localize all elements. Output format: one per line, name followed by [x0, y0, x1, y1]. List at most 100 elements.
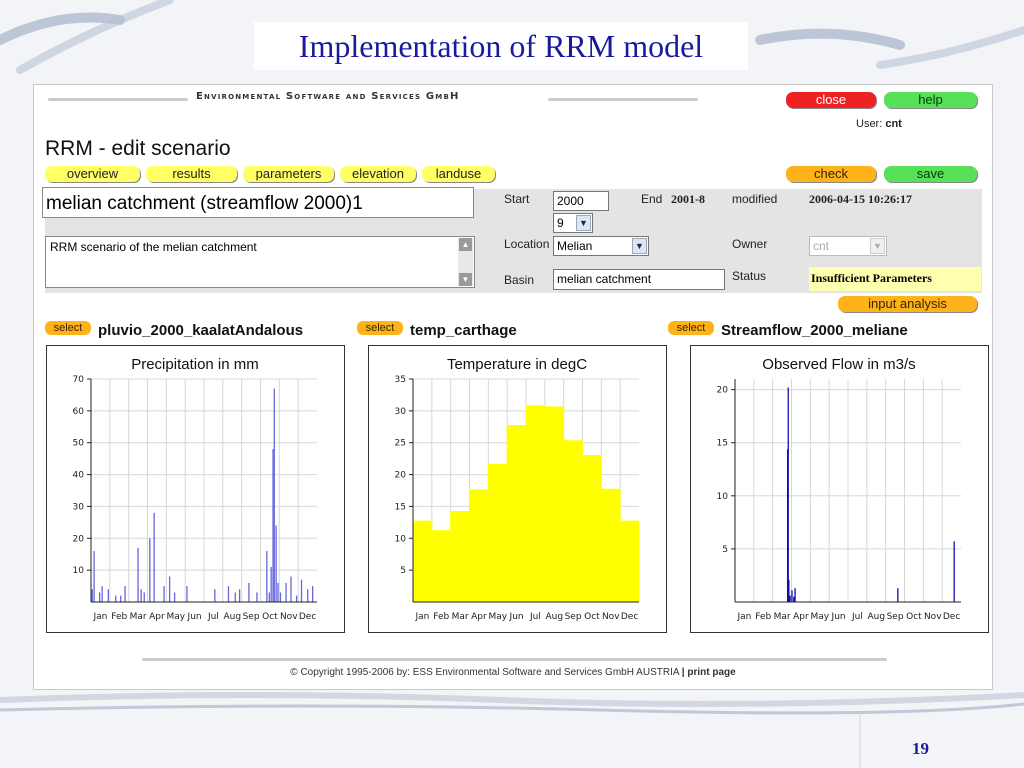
x-tick-label: Dec	[299, 612, 316, 622]
x-tick-label: Apr	[149, 612, 165, 622]
x-tick-label: Jan	[736, 612, 751, 622]
location-value: Melian	[557, 239, 593, 253]
input-analysis-button[interactable]: input analysis	[838, 296, 977, 312]
y-tick-label: 5	[400, 566, 406, 576]
streamflow-chart-svg: Observed Flow in m3/s 5 10 15 20 Jan Feb Mar Apr…	[717, 356, 961, 622]
page-number: 19	[912, 739, 929, 758]
scroll-up-icon[interactable]: ▲	[459, 238, 472, 251]
tab-elevation[interactable]: elevation	[340, 166, 416, 182]
footer-divider	[142, 658, 887, 661]
x-tick-label: Sep	[887, 612, 904, 622]
tab-landuse[interactable]: landuse	[422, 166, 495, 182]
footer-separator: |	[681, 667, 685, 678]
footer: © Copyright 1995-2006 by: ESS Environmen…	[34, 667, 992, 678]
x-tick-label: Sep	[565, 612, 582, 622]
chart-temperature: Temperature in degC 5 10 15 20 25 30 35 Jan Feb Ma…	[368, 345, 667, 633]
select-button-temperature[interactable]: select	[357, 321, 403, 335]
y-tick-label: 70	[73, 375, 85, 385]
x-tick-label: Sep	[243, 612, 260, 622]
x-tick-label: Jul	[529, 612, 541, 622]
owner-value: cnt	[813, 239, 830, 253]
precipitation-chart-svg: Precipitation in mm10203040506070Jan Feb M…	[73, 356, 317, 622]
y-tick-label: 5	[722, 545, 728, 555]
slide-title: Implementation of RRM model	[254, 22, 748, 70]
chart-title: Observed Flow in m3/s	[762, 356, 915, 373]
x-tick-label: Feb	[433, 612, 449, 622]
help-button[interactable]: help	[884, 92, 977, 108]
y-tick-label: 50	[73, 439, 85, 449]
y-tick-label: 15	[395, 502, 406, 512]
y-tick-label: 10	[395, 534, 407, 544]
header-divider-right	[548, 98, 698, 101]
x-tick-label: Apr	[793, 612, 809, 622]
x-tick-label: May	[166, 612, 185, 622]
select-button-precipitation[interactable]: select	[45, 321, 91, 335]
location-label: Location	[504, 237, 550, 251]
x-tick-label: Jul	[207, 612, 219, 622]
y-tick-label: 35	[395, 375, 406, 385]
scenario-description-field[interactable]: RRM scenario of the melian catchment	[45, 236, 475, 288]
series-name-precipitation: pluvio_2000_kaalatAndalous	[98, 322, 304, 339]
x-tick-label: Dec	[621, 612, 638, 622]
x-tick-label: Jun	[831, 612, 846, 622]
x-tick-label: Jun	[187, 612, 202, 622]
x-tick-label: Jun	[509, 612, 524, 622]
owner-label: Owner	[732, 237, 768, 251]
x-tick-label: Jan	[92, 612, 107, 622]
modified-label: modified	[732, 192, 778, 206]
x-tick-label: Nov	[280, 612, 298, 622]
tab-results[interactable]: results	[146, 166, 237, 182]
company-header: Environmental Software and Services GmbH	[48, 91, 698, 107]
modified-value: 2006-04-15 10:26:17	[809, 192, 912, 206]
temperature-chart-svg: Temperature in degC 5 10 15 20 25 30 35 Jan Feb Ma…	[395, 356, 640, 622]
tab-parameters[interactable]: parameters	[243, 166, 334, 182]
owner-select: cnt ▼	[809, 236, 887, 256]
chevron-down-icon: ▼	[870, 238, 885, 254]
x-tick-label: Jan	[414, 612, 429, 622]
copyright-text: © Copyright 1995-2006 by: ESS Environmen…	[290, 667, 679, 678]
x-tick-label: Mar	[130, 612, 147, 622]
x-tick-label: Aug	[223, 612, 241, 622]
basin-label: Basin	[504, 273, 535, 287]
start-month-value: 9	[557, 216, 564, 230]
y-tick-label: 20	[395, 471, 407, 481]
print-page-link[interactable]: print page	[687, 667, 735, 678]
chevron-down-icon[interactable]: ▼	[632, 238, 647, 254]
header-divider-left	[48, 98, 188, 101]
basin-field[interactable]: melian catchment	[553, 269, 725, 290]
temperature-area	[412, 405, 640, 603]
end-value: 2001-8	[671, 192, 705, 206]
x-tick-label: Aug	[545, 612, 563, 622]
y-tick-label: 30	[395, 407, 407, 417]
x-tick-label: May	[488, 612, 507, 622]
select-button-streamflow[interactable]: select	[668, 321, 714, 335]
x-tick-label: Jul	[851, 612, 863, 622]
start-label: Start	[504, 192, 530, 206]
save-button[interactable]: save	[884, 166, 977, 182]
start-year-field[interactable]: 2000	[553, 191, 609, 211]
y-tick-label: 20	[73, 534, 85, 544]
x-tick-label: Oct	[906, 612, 922, 622]
location-select[interactable]: Melian ▼	[553, 236, 649, 256]
scroll-down-icon[interactable]: ▼	[459, 273, 472, 286]
tab-overview[interactable]: overview	[45, 166, 140, 182]
start-month-select[interactable]: 9 ▼	[553, 213, 593, 233]
x-tick-label: May	[810, 612, 829, 622]
description-scrollbar[interactable]: ▲ ▼	[458, 238, 473, 286]
series-name-streamflow: Streamflow_2000_meliane	[721, 322, 908, 339]
series-name-temperature: temp_carthage	[410, 322, 517, 339]
x-tick-label: Dec	[943, 612, 960, 622]
check-button[interactable]: check	[786, 166, 876, 182]
company-name: Environmental Software and Services GmbH	[190, 91, 466, 102]
x-tick-label: Oct	[262, 612, 278, 622]
user-label: User:	[856, 118, 883, 130]
scenario-name-field[interactable]: melian catchment (streamflow 2000)1	[42, 187, 474, 218]
chart-title: Temperature in degC	[447, 356, 587, 373]
chart-title: Precipitation in mm	[131, 356, 259, 373]
y-tick-label: 25	[395, 439, 406, 449]
close-button[interactable]: close	[786, 92, 876, 108]
end-label: End	[641, 192, 663, 206]
x-tick-label: Feb	[111, 612, 127, 622]
y-tick-label: 10	[73, 566, 85, 576]
chevron-down-icon[interactable]: ▼	[576, 215, 591, 231]
